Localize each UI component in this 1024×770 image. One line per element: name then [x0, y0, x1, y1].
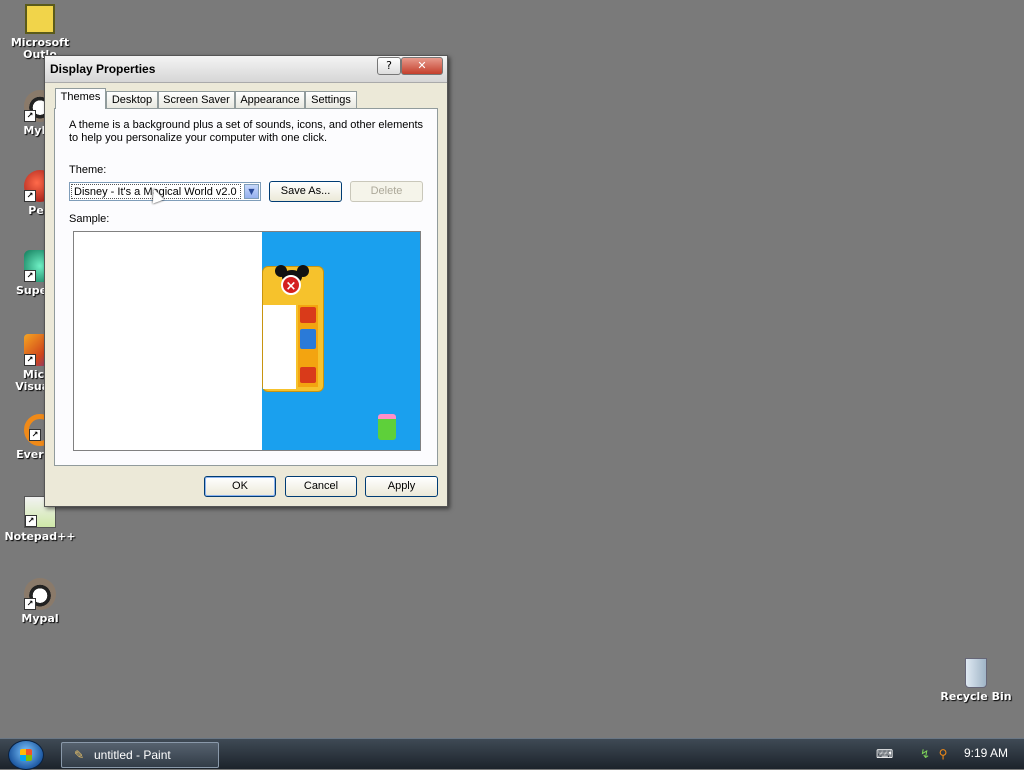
shortcut-arrow-icon: ↗	[24, 190, 36, 202]
chevron-down-icon[interactable]: ▼	[244, 184, 259, 199]
tab-screen-saver[interactable]: Screen Saver	[158, 91, 235, 108]
taskbar: ✎ untitled - Paint ⌨ ↯ ⚲ 9:19 AM	[0, 738, 1024, 770]
help-button[interactable]: ?	[377, 57, 401, 75]
theme-label: Theme:	[69, 164, 107, 176]
tab-appearance[interactable]: Appearance	[235, 91, 305, 108]
close-button[interactable]: ✕	[401, 57, 443, 75]
shortcut-arrow-icon: ↗	[24, 270, 36, 282]
display-properties-dialog: Display Properties ? ✕ Themes Desktop Sc…	[44, 55, 448, 507]
save-as-button[interactable]: Save As...	[269, 181, 342, 202]
shortcut-arrow-icon: ↗	[24, 110, 36, 122]
scroll-down-icon	[300, 367, 316, 383]
shortcut-arrow-icon: ↗	[24, 598, 36, 610]
shortcut-arrow-icon: ↗	[29, 429, 41, 441]
themes-tab-panel: A theme is a background plus a set of so…	[54, 108, 438, 466]
theme-select[interactable]: Disney - It's a Magical World v2.0 ▼	[69, 182, 261, 201]
desktop-icon-label: Notepad++	[4, 530, 76, 543]
desktop-icon-mypal-2[interactable]: ↗ Mypal	[1, 578, 79, 625]
clock[interactable]: 9:19 AM	[964, 746, 1008, 760]
sample-window: ×	[262, 265, 324, 392]
paint-icon: ✎	[74, 748, 85, 762]
scroll-up-icon	[300, 307, 316, 323]
keyboard-icon[interactable]: ⌨	[876, 747, 893, 761]
sample-label: Sample:	[69, 213, 110, 225]
shortcut-arrow-icon: ↗	[25, 515, 37, 527]
network-icon[interactable]: ↯	[918, 747, 932, 761]
sample-recycle-bin-icon	[378, 414, 396, 440]
taskbar-item-label: untitled - Paint	[94, 748, 171, 762]
shortcut-arrow-icon: ↗	[24, 354, 36, 366]
delete-button[interactable]: Delete	[350, 181, 423, 202]
dialog-titlebar[interactable]: Display Properties ? ✕	[45, 56, 447, 83]
recycle-bin-icon	[965, 658, 987, 688]
dialog-title: Display Properties	[50, 62, 156, 76]
desktop-icon-label: Recycle Bin	[940, 690, 1012, 703]
desktop-icon-label: Mypal	[21, 612, 59, 625]
taskbar-item-paint[interactable]: ✎ untitled - Paint	[61, 742, 219, 768]
tab-themes[interactable]: Themes	[55, 88, 106, 109]
cancel-button[interactable]: Cancel	[285, 476, 357, 497]
ok-button[interactable]: OK	[204, 476, 276, 497]
sample-close-icon: ×	[281, 275, 301, 295]
windows-logo-icon	[20, 749, 32, 761]
desktop-icon-recycle-bin[interactable]: Recycle Bin	[937, 658, 1015, 703]
apply-button[interactable]: Apply	[365, 476, 438, 497]
search-icon[interactable]: ⚲	[936, 747, 950, 761]
system-tray: ⌨ ↯ ⚲ 9:19 AM	[874, 739, 1024, 769]
tab-settings[interactable]: Settings	[305, 91, 357, 108]
theme-sample-preview: ×	[73, 231, 421, 451]
start-button[interactable]	[8, 740, 44, 770]
raccoon-icon: ↗	[24, 578, 56, 610]
sample-window-client	[263, 305, 296, 389]
tab-desktop[interactable]: Desktop	[106, 91, 158, 108]
theme-description: A theme is a background plus a set of so…	[69, 119, 424, 144]
scroll-thumb	[300, 329, 316, 349]
outlook-icon	[25, 4, 55, 34]
sample-scrollbar	[298, 305, 318, 387]
desktop-icon-outlook[interactable]: Microsoft Outlo	[1, 4, 79, 61]
